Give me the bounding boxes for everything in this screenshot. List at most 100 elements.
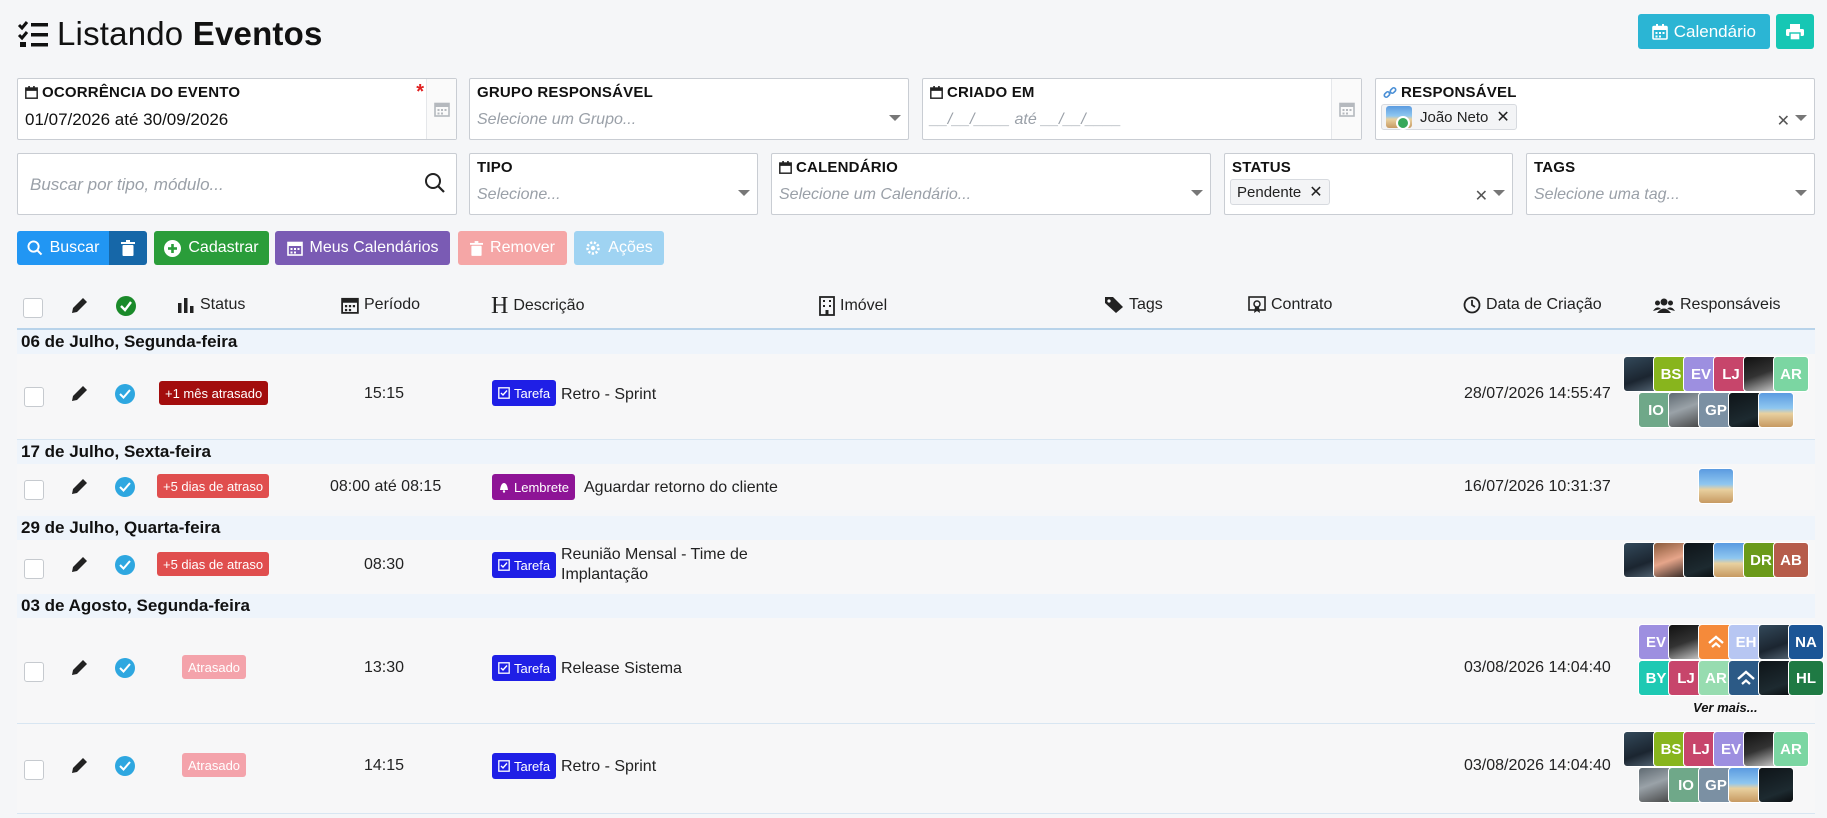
- type-badge: Tarefa: [492, 380, 557, 406]
- col-responsaveis[interactable]: Responsáveis: [1653, 296, 1781, 314]
- link-icon: [1383, 86, 1397, 98]
- col-status-label: Status: [200, 296, 246, 313]
- row-checkbox[interactable]: [24, 387, 44, 407]
- responsavel-select[interactable]: RESPONSÁVEL João Neto ✕ ✕: [1375, 78, 1815, 140]
- check-circle-icon[interactable]: [115, 756, 135, 776]
- meus-calendarios-label: Meus Calendários: [309, 239, 439, 256]
- avatar[interactable]: AB: [1773, 542, 1809, 578]
- col-tags[interactable]: Tags: [1104, 296, 1163, 314]
- descricao: Release Sistema: [561, 660, 682, 677]
- remove-chip-icon[interactable]: ✕: [1309, 182, 1322, 202]
- group-title: 17 de Julho, Sexta-feira: [21, 442, 211, 461]
- periodo: 15:15: [364, 385, 405, 402]
- descricao: Retro - Sprint: [561, 758, 657, 775]
- acoes-button[interactable]: Ações: [574, 231, 664, 265]
- col-data-criacao[interactable]: Data de Criação: [1463, 296, 1602, 314]
- ver-mais-link[interactable]: Ver mais...: [1693, 700, 1758, 715]
- table-row[interactable]: Atrasado 14:15 Tarefa Retro - Sprint 03/…: [17, 724, 1815, 814]
- clear-icon[interactable]: ✕: [1475, 186, 1488, 206]
- col-imovel[interactable]: Imóvel: [819, 296, 887, 316]
- date-picker-addon[interactable]: [426, 79, 456, 139]
- pencil-icon[interactable]: [69, 555, 89, 575]
- status-chip: Pendente ✕: [1230, 179, 1330, 205]
- check-circle-icon[interactable]: [115, 555, 135, 575]
- col-contrato[interactable]: Contrato: [1248, 296, 1332, 314]
- type-label: Tarefa: [514, 660, 551, 676]
- chevron-down-icon: [1795, 190, 1807, 196]
- grupo-select[interactable]: GRUPO RESPONSÁVEL Selecione um Grupo...: [469, 78, 909, 140]
- avatar[interactable]: HL: [1788, 660, 1824, 696]
- col-descricao[interactable]: H Descrição: [491, 294, 584, 318]
- tipo-label: TIPO: [477, 159, 513, 176]
- check-circle-icon[interactable]: [115, 658, 135, 678]
- avatar[interactable]: [1698, 468, 1734, 504]
- check-circle-icon[interactable]: [115, 477, 135, 497]
- tags-select[interactable]: TAGS Selecione uma tag...: [1526, 153, 1815, 215]
- status-badge: +5 dias de atraso: [157, 552, 270, 576]
- clear-icon[interactable]: ✕: [1777, 111, 1790, 131]
- gear-icon: [586, 241, 601, 255]
- check-circle-icon[interactable]: [115, 384, 135, 404]
- tipo-select[interactable]: TIPO Selecione...: [469, 153, 758, 215]
- bell-icon: [500, 483, 508, 493]
- pencil-icon[interactable]: [69, 756, 89, 776]
- table-row[interactable]: +5 dias de atraso 08:00 até 08:15 Lembre…: [17, 464, 1815, 510]
- calendar-button-label: Calendário: [1673, 21, 1756, 41]
- table-row[interactable]: +1 mês atrasado 15:15 Tarefa Retro - Spr…: [17, 354, 1815, 440]
- pencil-icon[interactable]: [69, 477, 89, 497]
- calendar-icon: [25, 86, 38, 99]
- remove-chip-icon[interactable]: ✕: [1496, 107, 1509, 127]
- col-status[interactable]: Status: [177, 296, 245, 314]
- pencil-icon: [72, 298, 87, 313]
- print-button[interactable]: [1776, 14, 1814, 49]
- search-input[interactable]: Buscar por tipo, módulo...: [17, 153, 457, 215]
- avatar[interactable]: NA: [1788, 624, 1824, 660]
- avatar[interactable]: AR: [1773, 731, 1809, 767]
- tag-icon: [1105, 297, 1123, 313]
- plus-circle-icon: [164, 239, 182, 257]
- date-picker-addon[interactable]: [1331, 79, 1361, 139]
- col-periodo[interactable]: Período: [341, 296, 420, 314]
- avatar[interactable]: [1758, 767, 1794, 803]
- calendario-select[interactable]: CALENDÁRIO Selecione um Calendário...: [771, 153, 1211, 215]
- status-chip-label: Pendente: [1237, 183, 1302, 201]
- type-label: Tarefa: [514, 385, 551, 401]
- buscar-button[interactable]: Buscar: [17, 231, 109, 265]
- clear-filters-button[interactable]: [109, 231, 147, 265]
- table-row[interactable]: Atrasado 13:30 Tarefa Release Sistema 03…: [17, 618, 1824, 724]
- status-select[interactable]: STATUS Pendente ✕ ✕: [1224, 153, 1513, 215]
- chevron-down-icon: [889, 115, 901, 121]
- type-badge: Tarefa: [492, 552, 557, 578]
- row-checkbox[interactable]: [24, 480, 44, 500]
- row-checkbox[interactable]: [24, 559, 44, 579]
- row-checkbox[interactable]: [24, 662, 44, 682]
- descricao-line: Implantação: [561, 566, 649, 583]
- check-square-icon: [498, 387, 510, 399]
- trash-icon: [121, 240, 135, 256]
- group-title: 29 de Julho, Quarta-feira: [21, 518, 221, 537]
- calendar-button[interactable]: Calendário: [1637, 14, 1770, 49]
- responsaveis-avatars: EV EH NA BY LJ AR HL Ver mais...: [1623, 624, 1824, 722]
- col-responsaveis-label: Responsáveis: [1680, 296, 1781, 313]
- ocorrencia-field[interactable]: OCORRÊNCIA DO EVENTO * 01/07/2026 até 30…: [17, 78, 457, 140]
- acoes-label: Ações: [608, 239, 653, 256]
- type-badge: Lembrete: [492, 474, 575, 500]
- pencil-icon[interactable]: [69, 384, 89, 404]
- search-icon[interactable]: [424, 172, 446, 194]
- bar-chart-icon: [178, 298, 194, 313]
- criado-em-field[interactable]: CRIADO EM __/__/____ até __/__/____: [922, 78, 1362, 140]
- col-imovel-label: Imóvel: [840, 297, 888, 314]
- remover-button[interactable]: Remover: [458, 231, 567, 265]
- pencil-icon[interactable]: [69, 658, 89, 678]
- row-checkbox[interactable]: [24, 760, 44, 780]
- avatar[interactable]: [1758, 392, 1794, 428]
- chevron-down-icon: [1795, 115, 1807, 121]
- title-light: Listando: [57, 15, 184, 52]
- cadastrar-button[interactable]: Cadastrar: [154, 231, 269, 265]
- table-row[interactable]: +5 dias de atraso 08:30 Tarefa Reunião M…: [17, 540, 1815, 594]
- avatar[interactable]: AR: [1773, 356, 1809, 392]
- select-all-checkbox[interactable]: [23, 298, 43, 318]
- status-badge: Atrasado: [182, 655, 247, 679]
- meus-calendarios-button[interactable]: Meus Calendários: [275, 231, 450, 265]
- check-circle-icon: [116, 296, 136, 316]
